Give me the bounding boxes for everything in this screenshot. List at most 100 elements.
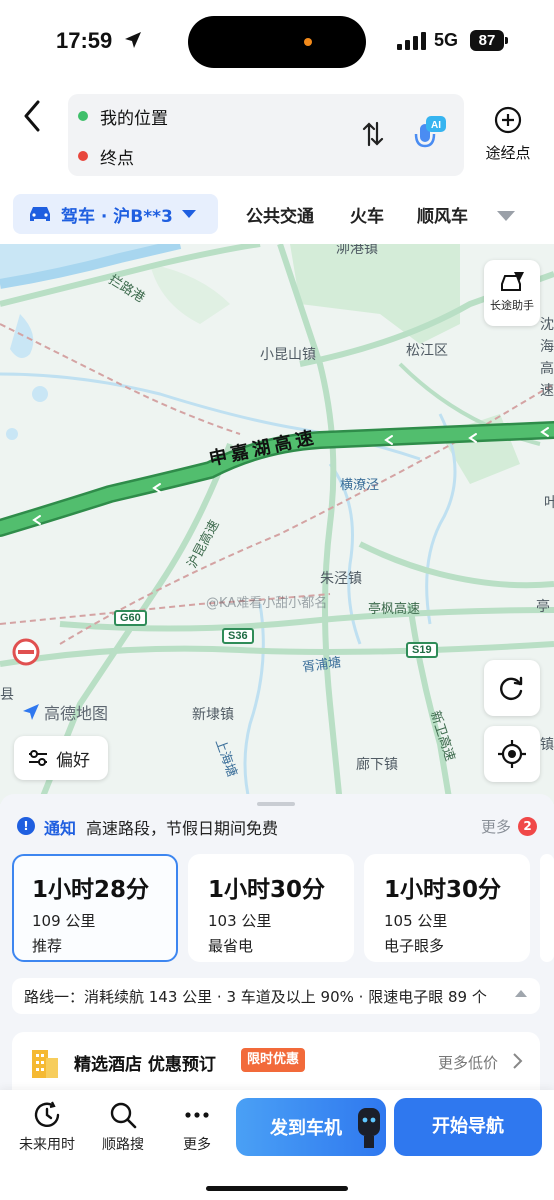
hotel-title: 精选酒店 优惠预订 [74, 1055, 216, 1075]
network-type: 5G [434, 30, 459, 50]
route-tag: 最省电 [208, 937, 254, 955]
preference-label: 偏好 [56, 750, 90, 771]
shield-s36: S36 [222, 628, 254, 644]
map-label-liaoxia: 廊下镇 [356, 757, 398, 773]
add-waypoint-button[interactable]: 途经点 [480, 106, 536, 163]
start-navigation-button[interactable]: 开始导航 [394, 1098, 542, 1156]
map-label-hengliaojing: 横潦泾 [340, 478, 380, 493]
map-view[interactable]: 拦路港 泖港镇 小昆山镇 松江区 横潦泾 沪昆高速 朱泾镇 亭枫高速 胥浦塘 新… [0, 244, 554, 804]
swap-icon[interactable] [362, 121, 384, 147]
route-option-peek[interactable] [540, 854, 554, 962]
map-label-shen: 沈 [540, 317, 554, 333]
map-label-ting: 亭 [536, 599, 550, 615]
route-distance: 103 公里 [208, 912, 272, 930]
travel-mode-tabs: 驾车 · 沪B**3 公共交通 火车 顺风车 [0, 188, 554, 238]
more-modes-icon[interactable] [496, 210, 516, 222]
hotel-building-icon [32, 1050, 58, 1078]
map-label-songjiang: 松江区 [406, 343, 448, 359]
refresh-route-button[interactable] [484, 660, 540, 716]
notice-more[interactable]: 更多 [481, 816, 511, 837]
route-time: 1小时28分 [32, 877, 150, 903]
sheet-grabber[interactable] [257, 802, 295, 806]
route-option-2[interactable]: 1小时30分 103 公里 最省电 [188, 854, 354, 962]
long-trip-assistant-button[interactable]: 长途助手 [484, 260, 540, 326]
home-indicator [206, 1186, 348, 1191]
more-button[interactable]: 更多 [162, 1100, 232, 1154]
notice-count-badge: 2 [518, 817, 537, 836]
map-label-gao: 高 [540, 361, 554, 377]
notice-tag: 通知 [44, 819, 77, 838]
waypoint-label: 途经点 [485, 144, 531, 162]
route-time: 1小时30分 [384, 877, 502, 903]
origin-dot-icon [78, 111, 88, 121]
status-time: 17:59 [56, 28, 113, 53]
drive-tab-label: 驾车 · 沪B**3 [61, 206, 173, 227]
amap-logo: 高德地图 [22, 700, 108, 724]
sliders-icon [29, 750, 47, 766]
locate-me-button[interactable] [484, 726, 540, 782]
hotel-promo[interactable]: 精选酒店 优惠预订 限时优惠 更多低价 [12, 1032, 540, 1090]
more-label: 更多 [183, 1137, 211, 1153]
info-icon: ! [17, 817, 35, 835]
tab-carpool[interactable]: 顺风车 [417, 202, 468, 227]
amap-arrow-icon [23, 704, 39, 720]
route-summary[interactable]: 路线一：消耗续航 143 公里 · 3 车道及以上 90% · 限速电子眼 89… [12, 978, 540, 1014]
notice-text: 高速路段，节假日期间免费 [86, 819, 279, 838]
hotel-more-link[interactable]: 更多低价 [438, 1052, 498, 1073]
route-distance: 105 公里 [384, 912, 448, 930]
search-icon [110, 1102, 137, 1129]
watermark: @KA难看小甜小都名 [206, 596, 328, 611]
route-sheet: ! 通知 高速路段，节假日期间免费 更多 2 1小时28分 109 公里 推荐 … [0, 794, 554, 1090]
dynamic-island [188, 16, 366, 68]
route-time: 1小时30分 [208, 877, 326, 903]
map-label-zhujing: 朱泾镇 [320, 571, 362, 587]
map-label-ye: 叶 [544, 495, 554, 511]
car-device-icon [358, 1108, 380, 1148]
origin-text: 我的位置 [100, 108, 168, 129]
battery-level: 87 [470, 30, 504, 51]
recording-dot [304, 38, 312, 46]
clock-icon [34, 1101, 60, 1127]
tab-drive[interactable]: 驾车 · 沪B**3 [13, 194, 218, 234]
car-icon [30, 207, 50, 221]
refresh-icon [500, 676, 523, 700]
ai-badge: AI [431, 120, 441, 131]
map-label-tingfeng: 亭枫高速 [368, 602, 421, 617]
locate-icon [498, 740, 526, 768]
map-label-zhen: 镇 [540, 737, 554, 753]
back-icon[interactable] [18, 98, 48, 134]
destination-dot-icon [78, 151, 88, 161]
send-to-car-label: 发到车机 [270, 1118, 342, 1139]
map-label-xian: 县 [0, 687, 14, 703]
future-time-button[interactable]: 未来用时 [12, 1100, 82, 1154]
battery-icon [505, 37, 508, 44]
preference-button[interactable]: 偏好 [14, 736, 108, 780]
route-header: 我的位置 终点 AI 途经点 驾车 · 沪B**3 公共交通 火车 顺风车 [0, 84, 554, 244]
route-summary-text: 路线一：消耗续航 143 公里 · 3 车道及以上 90% · 限速电子眼 89… [24, 988, 487, 1006]
route-option-3[interactable]: 1小时30分 105 公里 电子眼多 [364, 854, 530, 962]
future-time-label: 未来用时 [19, 1137, 75, 1153]
route-input-box: 我的位置 终点 AI [68, 94, 464, 176]
send-to-car-button[interactable]: 发到车机 [236, 1098, 386, 1156]
origin-field[interactable]: 我的位置 [78, 102, 168, 130]
route-option-1[interactable]: 1小时28分 109 公里 推荐 [12, 854, 178, 962]
hotel-promo-badge: 限时优惠 [241, 1048, 306, 1072]
status-bar: 17:59 5G 87 [0, 0, 554, 84]
map-label-xiaokunshan: 小昆山镇 [260, 347, 316, 363]
tab-train[interactable]: 火车 [350, 202, 384, 227]
bottom-action-bar: 未来用时 顺路搜 更多 发到车机 开始导航 [0, 1090, 554, 1200]
plus-circle-icon [494, 106, 522, 134]
destination-field[interactable]: 终点 [78, 142, 134, 170]
long-trip-label: 长途助手 [490, 299, 534, 312]
search-along-button[interactable]: 顺路搜 [88, 1100, 158, 1154]
long-trip-icon [501, 272, 524, 291]
map-label-xindai: 新埭镇 [192, 707, 234, 723]
route-tag: 电子眼多 [384, 937, 445, 955]
map-label-hai: 海 [540, 339, 554, 355]
caret-down-icon [181, 210, 196, 218]
map-label-su: 速 [540, 383, 554, 399]
ai-voice-icon[interactable]: AI [412, 116, 448, 156]
route-distance: 109 公里 [32, 912, 96, 930]
notice-bar[interactable]: ! 通知 高速路段，节假日期间免费 更多 2 [0, 810, 554, 842]
tab-public-transit[interactable]: 公共交通 [246, 202, 314, 227]
